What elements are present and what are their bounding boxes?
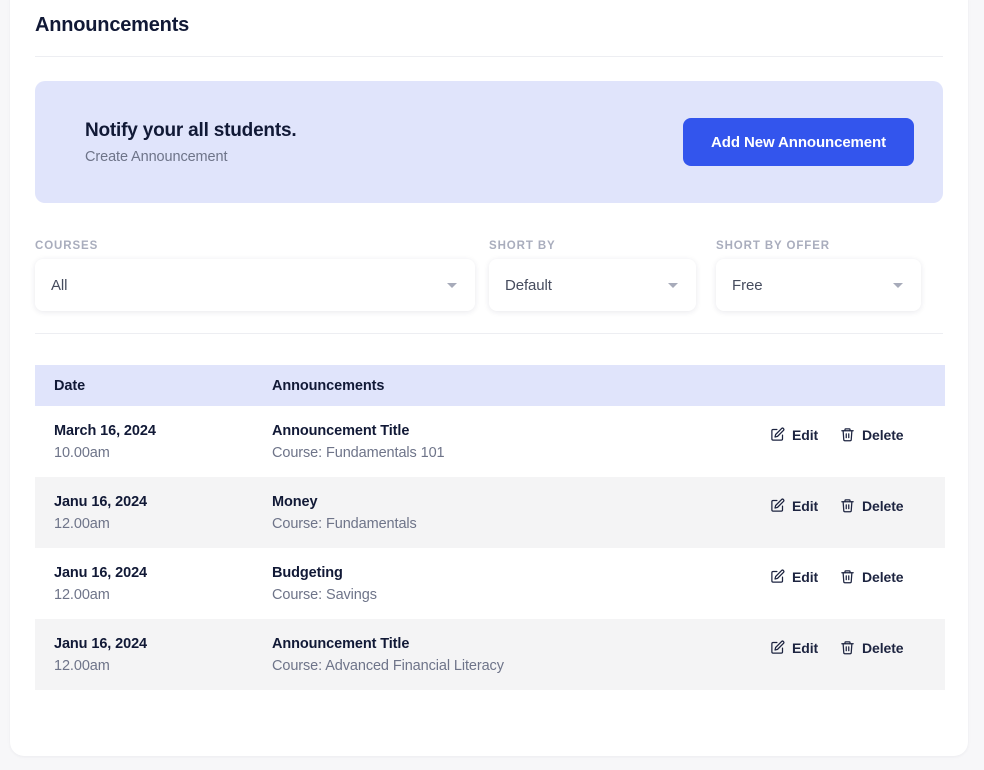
row-date: Janu 16, 2024 — [54, 564, 272, 582]
cell-announcement: Announcement Title Course: Advanced Finan… — [272, 635, 760, 675]
delete-button-label: Delete — [862, 427, 903, 443]
edit-pencil-icon — [770, 640, 785, 655]
delete-button-label: Delete — [862, 640, 903, 656]
row-date: March 16, 2024 — [54, 422, 272, 440]
cell-actions: EditDelete — [760, 441, 945, 443]
edit-button-label: Edit — [792, 640, 818, 656]
column-header-announcements: Announcements — [272, 378, 760, 394]
row-announcement-title: Money — [272, 493, 760, 511]
page-title: Announcements — [35, 12, 943, 38]
row-date: Janu 16, 2024 — [54, 493, 272, 511]
add-new-announcement-button[interactable]: Add New Announcement — [683, 118, 914, 166]
short-by-select-value: Default — [505, 277, 552, 294]
table-row: Janu 16, 2024 12.00amAnnouncement Title Co… — [35, 619, 945, 690]
filter-group-short-by-offer: SHORT BY OFFER Free — [716, 240, 943, 311]
row-announcement-title: Budgeting — [272, 564, 760, 582]
chevron-down-icon — [447, 283, 457, 288]
delete-button-label: Delete — [862, 569, 903, 585]
edit-button[interactable]: Edit — [770, 427, 818, 443]
table-row: March 16, 2024 10.00amAnnouncement Title C… — [35, 406, 945, 477]
delete-button[interactable]: Delete — [840, 640, 903, 656]
notify-banner-subtitle: Create Announcement — [85, 149, 296, 165]
delete-button[interactable]: Delete — [840, 569, 903, 585]
row-course: Course: Fundamentals 101 — [272, 444, 760, 462]
edit-button-label: Edit — [792, 427, 818, 443]
cell-actions: EditDelete — [760, 583, 945, 585]
row-course: Course: Savings — [272, 586, 760, 604]
table-row: Janu 16, 2024 12.00amBudgeting Course: Sav… — [35, 548, 945, 619]
edit-button-label: Edit — [792, 498, 818, 514]
trash-icon — [840, 569, 855, 584]
row-time: 12.00am — [54, 586, 272, 604]
delete-button[interactable]: Delete — [840, 498, 903, 514]
announcements-page-card: Announcements Notify your all students. … — [10, 0, 968, 756]
filters-divider — [35, 333, 943, 334]
row-course: Course: Advanced Financial Literacy — [272, 657, 760, 675]
short-by-offer-select[interactable]: Free — [716, 259, 921, 311]
announcements-table: Date Announcements March 16, 2024 10.00am… — [35, 365, 945, 690]
delete-button[interactable]: Delete — [840, 427, 903, 443]
filter-label-courses: COURSES — [35, 240, 489, 252]
cell-announcement: Budgeting Course: Savings — [272, 564, 760, 604]
edit-button[interactable]: Edit — [770, 569, 818, 585]
table-body: March 16, 202410.00amAnnouncement TitleC… — [35, 406, 945, 690]
notify-banner-title: Notify your all students. — [85, 120, 296, 142]
courses-select[interactable]: All — [35, 259, 475, 311]
edit-button[interactable]: Edit — [770, 498, 818, 514]
row-time: 12.00am — [54, 515, 272, 533]
cell-date: Janu 16, 2024 12.00am — [35, 564, 272, 604]
chevron-down-icon — [668, 283, 678, 288]
row-date: Janu 16, 2024 — [54, 635, 272, 653]
short-by-offer-select-value: Free — [732, 277, 762, 294]
courses-select-value: All — [51, 277, 67, 294]
filter-label-short-by: SHORT BY — [489, 240, 716, 252]
table-row: Janu 16, 2024 12.00amMoney Course: Fundame… — [35, 477, 945, 548]
cell-actions: EditDelete — [760, 654, 945, 656]
row-announcement-title: Announcement Title — [272, 422, 760, 440]
cell-announcement: Money Course: Fundamentals — [272, 493, 760, 533]
edit-pencil-icon — [770, 498, 785, 513]
cell-date: March 16, 2024 10.00am — [35, 422, 272, 462]
notify-banner: Notify your all students. Create Announc… — [35, 81, 943, 203]
chevron-down-icon — [893, 283, 903, 288]
edit-button[interactable]: Edit — [770, 640, 818, 656]
notify-banner-text: Notify your all students. Create Announc… — [85, 120, 296, 165]
header-divider — [35, 56, 943, 57]
edit-pencil-icon — [770, 569, 785, 584]
cell-actions: EditDelete — [760, 512, 945, 514]
short-by-select[interactable]: Default — [489, 259, 696, 311]
cell-announcement: Announcement Title Course: Fundamentals 1… — [272, 422, 760, 462]
column-header-date: Date — [35, 378, 272, 394]
filters-bar: COURSES All SHORT BY Default SHORT BY OF… — [35, 240, 943, 311]
trash-icon — [840, 640, 855, 655]
edit-pencil-icon — [770, 427, 785, 442]
trash-icon — [840, 427, 855, 442]
row-time: 10.00am — [54, 444, 272, 462]
table-header-row: Date Announcements — [35, 365, 945, 406]
filter-group-short-by: SHORT BY Default — [489, 240, 716, 311]
trash-icon — [840, 498, 855, 513]
edit-button-label: Edit — [792, 569, 818, 585]
row-announcement-title: Announcement Title — [272, 635, 760, 653]
row-time: 12.00am — [54, 657, 272, 675]
filter-label-short-by-offer: SHORT BY OFFER — [716, 240, 943, 252]
cell-date: Janu 16, 2024 12.00am — [35, 493, 272, 533]
filter-group-courses: COURSES All — [35, 240, 489, 311]
cell-date: Janu 16, 2024 12.00am — [35, 635, 272, 675]
delete-button-label: Delete — [862, 498, 903, 514]
page-header: Announcements — [10, 0, 968, 38]
row-course: Course: Fundamentals — [272, 515, 760, 533]
